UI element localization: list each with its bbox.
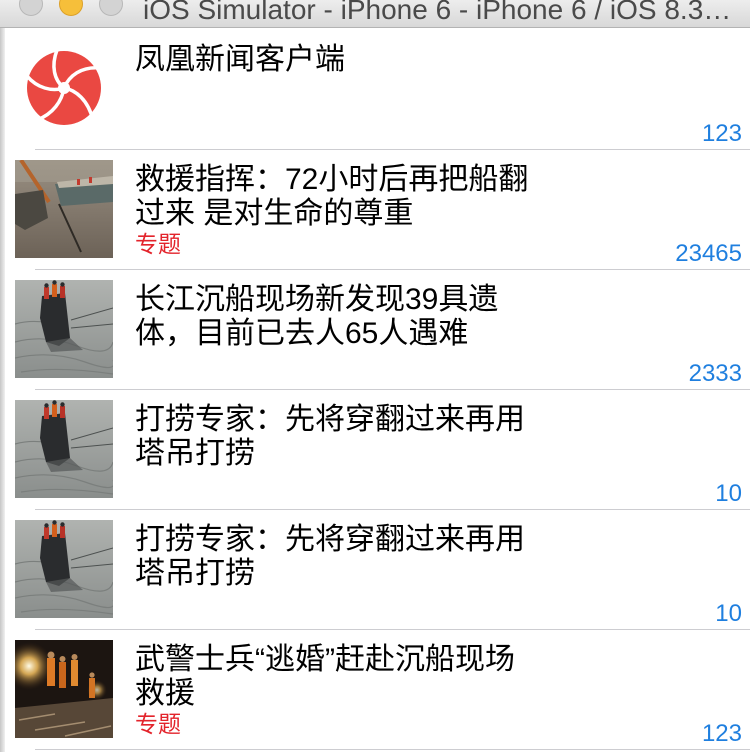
window-zoom-button[interactable] bbox=[99, 0, 123, 16]
night-rescue-thumbnail bbox=[15, 640, 113, 738]
topic-tag: 专题 bbox=[135, 231, 181, 257]
comment-count: 123 bbox=[701, 120, 742, 147]
photo-soldier bbox=[47, 658, 55, 686]
window-minimize-button[interactable] bbox=[59, 0, 83, 16]
news-row[interactable]: 打捞专家：先将穿翻过来再用 塔吊打捞 10 bbox=[5, 510, 750, 630]
photo-soldier-head bbox=[71, 654, 78, 660]
row-separator bbox=[35, 749, 750, 750]
news-title: 武警士兵“逃婚”赶赴沉船现场 救援 bbox=[135, 643, 515, 711]
photo-soldier bbox=[71, 660, 78, 686]
capsized-ship-thumbnail bbox=[15, 520, 113, 618]
photo-soldier bbox=[89, 678, 95, 698]
capsized-ship-thumbnail bbox=[15, 280, 113, 378]
news-title: 凤凰新闻客户端 bbox=[135, 43, 345, 77]
topic-tag: 专题 bbox=[135, 711, 181, 737]
window-title-bar[interactable]: iOS Simulator - iPhone 6 - iPhone 6 / iO… bbox=[0, 0, 750, 28]
photo-rescuer bbox=[89, 177, 92, 183]
comment-count: 10 bbox=[715, 480, 742, 507]
comment-count: 2333 bbox=[688, 360, 742, 387]
comment-count: 123 bbox=[701, 720, 742, 747]
capsized-ship-image bbox=[15, 280, 113, 378]
news-row[interactable]: 打捞专家：先将穿翻过来再用 塔吊打捞 10 bbox=[5, 390, 750, 510]
comment-count: 23465 bbox=[675, 240, 742, 267]
window-title: iOS Simulator - iPhone 6 - iPhone 6 / iO… bbox=[143, 0, 732, 25]
news-title-line: 体，目前已去人65人遇难 bbox=[135, 317, 469, 350]
phoenix-logo-icon bbox=[25, 48, 103, 125]
news-row[interactable]: 武警士兵“逃婚”赶赴沉船现场 救援 专题 123 bbox=[5, 630, 750, 750]
capsized-ship-thumbnail bbox=[15, 400, 113, 498]
comment-count: 10 bbox=[715, 600, 742, 627]
window-close-button[interactable] bbox=[19, 0, 43, 16]
news-title: 长江沉船现场新发现39具遗 体，目前已去人65人遇难 bbox=[135, 283, 498, 351]
news-title-line: 塔吊打捞 bbox=[135, 437, 255, 470]
news-title-line: 武警士兵“逃婚”赶赴沉船现场 bbox=[135, 643, 515, 676]
news-title-line: 打捞专家：先将穿翻过来再用 bbox=[135, 403, 525, 436]
rescue-boats-thumbnail bbox=[15, 160, 113, 258]
news-title: 打捞专家：先将穿翻过来再用 塔吊打捞 bbox=[135, 523, 525, 591]
news-title-line: 救援 bbox=[135, 677, 195, 710]
photo-soldier-head bbox=[89, 672, 95, 678]
news-title-line: 打捞专家：先将穿翻过来再用 bbox=[135, 523, 525, 556]
photo-soldier-head bbox=[47, 651, 55, 659]
photo-soldier-head bbox=[59, 656, 66, 662]
news-title-line: 救援指挥：72小时后再把船翻 bbox=[135, 163, 529, 196]
news-row[interactable]: 救援指挥：72小时后再把船翻 过来 是对生命的尊重 专题 23465 bbox=[5, 150, 750, 270]
logo-center bbox=[58, 82, 70, 94]
news-list[interactable]: 凤凰新闻客户端 123 救援指挥：72小时后再把船翻 过来 是对生命的尊重 专题… bbox=[5, 30, 750, 752]
capsized-ship-image bbox=[15, 400, 113, 498]
news-title-line: 塔吊打捞 bbox=[135, 557, 255, 590]
news-title-line: 过来 是对生命的尊重 bbox=[135, 197, 414, 230]
capsized-ship-image bbox=[15, 520, 113, 618]
news-title: 打捞专家：先将穿翻过来再用 塔吊打捞 bbox=[135, 403, 525, 471]
photo-soldier bbox=[59, 662, 66, 688]
news-title-line: 凤凰新闻客户端 bbox=[135, 43, 345, 76]
news-row[interactable]: 凤凰新闻客户端 123 bbox=[5, 30, 750, 150]
news-row[interactable]: 长江沉船现场新发现39具遗 体，目前已去人65人遇难 2333 bbox=[5, 270, 750, 390]
news-title-line: 长江沉船现场新发现39具遗 bbox=[135, 283, 499, 316]
news-title: 救援指挥：72小时后再把船翻 过来 是对生命的尊重 bbox=[135, 163, 528, 231]
photo-rescuer bbox=[77, 179, 80, 185]
